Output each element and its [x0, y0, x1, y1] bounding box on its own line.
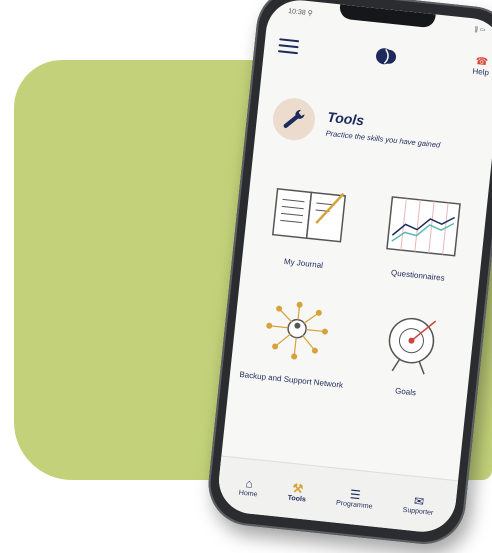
tile-goals[interactable]: Goals: [348, 305, 471, 404]
home-icon: ⌂: [244, 475, 254, 491]
nav-label: Programme: [335, 499, 373, 510]
nav-home[interactable]: ⌂ Home: [239, 475, 260, 498]
tools-header: Tools Practice the skills you have gaine…: [270, 96, 488, 160]
mail-icon: ✉: [413, 493, 425, 509]
menu-icon[interactable]: [277, 38, 300, 55]
nav-label: Supporter: [402, 506, 434, 517]
network-icon: [265, 301, 328, 360]
nav-label: Home: [238, 488, 258, 498]
tile-support-network[interactable]: Backup and Support Network: [233, 293, 356, 392]
nav-tools[interactable]: ⚒ Tools: [287, 480, 307, 503]
line-chart-icon: [385, 196, 461, 257]
wrench-icon: ⚒: [291, 480, 304, 496]
tile-my-journal[interactable]: My Journal: [246, 176, 369, 275]
tile-label: My Journal: [283, 256, 324, 270]
target-icon: [388, 317, 436, 375]
tile-label: Goals: [394, 386, 417, 398]
bottom-navigation: ⌂ Home ⚒ Tools ☰ Programme ✉ Supporter: [215, 455, 459, 536]
help-button[interactable]: ☎ Help: [472, 55, 490, 77]
tools-grid: My Journal Questionnaires Backup and Sup…: [233, 176, 483, 403]
wrench-icon: [270, 96, 318, 143]
tile-label: Questionnaires: [390, 268, 446, 283]
journal-icon: [271, 187, 346, 243]
phone-screen: 10:38 ⚲ ⫼ ▭ ☎ Help Tools Practice the sk…: [215, 0, 492, 536]
list-icon: ☰: [349, 486, 362, 502]
app-logo: [374, 45, 398, 67]
app-topbar: ☎ Help: [273, 28, 492, 85]
status-icons: ⫼ ▭: [474, 26, 486, 35]
status-time: 10:38 ⚲: [287, 8, 314, 18]
tile-label: Backup and Support Network: [239, 369, 344, 390]
tile-questionnaires[interactable]: Questionnaires: [360, 188, 483, 287]
help-label: Help: [472, 66, 490, 77]
nav-label: Tools: [287, 494, 307, 503]
nav-programme[interactable]: ☰ Programme: [336, 485, 375, 510]
nav-supporter[interactable]: ✉ Supporter: [402, 492, 435, 516]
